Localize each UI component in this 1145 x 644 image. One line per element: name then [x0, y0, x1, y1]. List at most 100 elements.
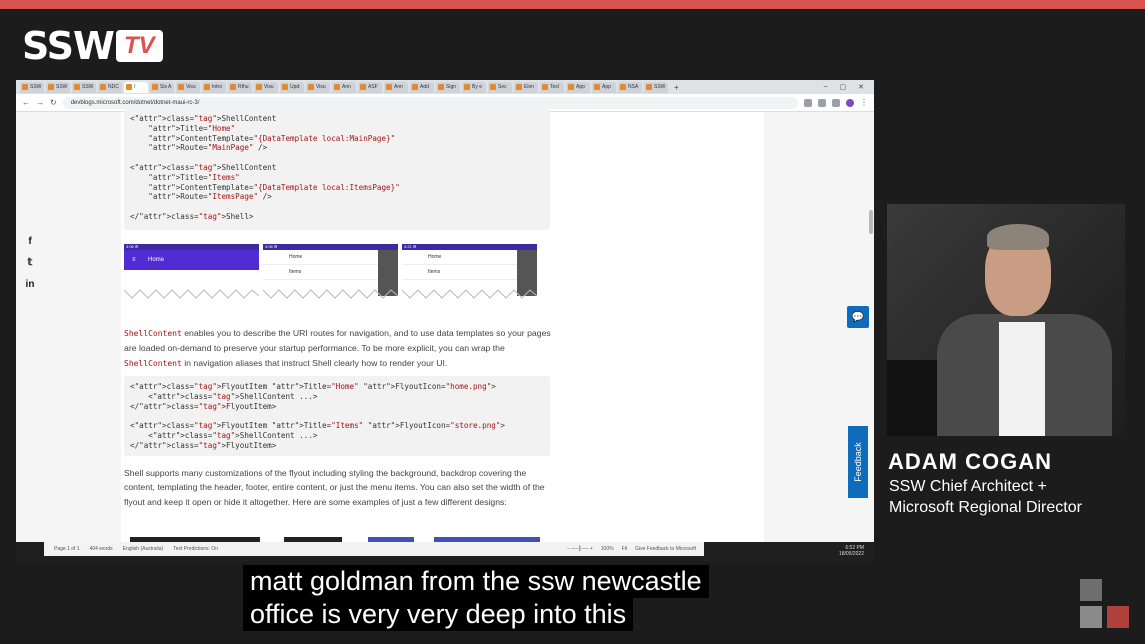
browser-tab[interactable]: SSW: [72, 81, 96, 93]
browser-tab[interactable]: Visu: [254, 81, 278, 93]
caption-line-2: office is very very deep into this: [243, 598, 634, 631]
code-line: "attr">Title="Items": [148, 172, 240, 182]
hamburger-icon: ≡: [132, 257, 136, 263]
favicon-icon: [334, 84, 340, 90]
facebook-share-icon[interactable]: f: [24, 236, 36, 247]
browser-tab[interactable]: SSW: [20, 81, 44, 93]
extension-icon[interactable]: [818, 98, 826, 107]
browser-tab[interactable]: Intro: [202, 81, 226, 93]
phone-screenshot: 3:21 ⚙ Home Items: [402, 244, 537, 302]
browser-tab[interactable]: By e: [462, 81, 486, 93]
browser-tab[interactable]: ASF: [358, 81, 382, 93]
browser-tab[interactable]: SSW: [46, 81, 70, 93]
menu-kebab-icon[interactable]: ⋮: [860, 98, 868, 107]
feedback-tab[interactable]: Feedback: [848, 426, 868, 498]
favicon-icon: [282, 84, 288, 90]
browser-tab[interactable]: Add: [410, 81, 434, 93]
paragraph-flyout-customization: Shell supports many customizations of th…: [124, 468, 545, 507]
scrollbar-thumb[interactable]: [869, 210, 873, 234]
close-icon[interactable]: ✕: [858, 83, 864, 91]
phone-screenshot: 3:06 ⚙ ≡ Home: [124, 244, 259, 302]
logo-tv-badge: TV: [115, 30, 163, 62]
window-controls: – ▢ ✕: [824, 83, 874, 91]
code-block-flyout-item: <"attr">class="tag">FlyoutItem "attr">Ti…: [124, 376, 550, 456]
minimize-icon[interactable]: –: [824, 83, 828, 91]
favicon-icon: [256, 84, 262, 90]
code-line: <"attr">class="tag">ShellContent: [130, 162, 277, 172]
maximize-icon[interactable]: ▢: [840, 83, 847, 91]
code-line: "attr">ContentTemplate="{DataTemplate lo…: [148, 182, 400, 192]
browser-tab[interactable]: Sec: [488, 81, 512, 93]
code-line: </"attr">class="tag">FlyoutItem>: [130, 440, 277, 450]
favicon-icon: [412, 84, 418, 90]
system-clock: 6:52 PM 18/05/2022: [838, 545, 864, 557]
browser-tab[interactable]: Ann: [332, 81, 356, 93]
favicon-icon: [178, 84, 184, 90]
browser-tab[interactable]: Ann: [384, 81, 408, 93]
extension-icon[interactable]: [804, 98, 812, 107]
browser-tab[interactable]: Rthu: [228, 81, 252, 93]
code-line: <"attr">class="tag">FlyoutItem "attr">Ti…: [130, 382, 496, 391]
browser-tab[interactable]: NDC: [98, 81, 122, 93]
browser-tab[interactable]: Upd:: [280, 81, 304, 93]
favicon-icon: [360, 84, 366, 90]
code-line: "attr">Route="ItemsPage" />: [148, 192, 272, 202]
page-viewport: f 𝕥 in <"attr">class="tag">ShellContent …: [16, 108, 874, 543]
url-field[interactable]: devblogs.microsoft.com/dotnet/dotnet-mau…: [62, 96, 798, 109]
torn-edge: [263, 289, 398, 299]
favicon-icon: [464, 84, 470, 90]
browser-tab[interactable]: Sign: [436, 81, 460, 93]
phone-screenshot: 3:06 ⚙ Home Items: [263, 244, 398, 302]
favicon-icon: [438, 84, 444, 90]
browser-tab[interactable]: Tesl: [540, 81, 564, 93]
favicon-icon: [308, 84, 314, 90]
chat-icon[interactable]: 💬: [847, 306, 869, 328]
word-status-bar: Page 1 of 1 404 words English (Australia…: [44, 542, 704, 556]
ssw-tv-logo: SSW TV: [22, 26, 163, 66]
code-block-shell-content: <"attr">class="tag">ShellContent "attr">…: [124, 108, 550, 230]
browser-tab[interactable]: Sis A: [150, 81, 174, 93]
browser-tab[interactable]: Elon: [514, 81, 538, 93]
code-line: <"attr">class="tag">ShellContent ...>: [130, 430, 318, 440]
favicon-icon: [126, 84, 132, 90]
corner-square: [1107, 606, 1129, 628]
browser-tab[interactable]: Visu: [176, 81, 200, 93]
favicon-icon: [152, 84, 158, 90]
extension-icon[interactable]: [832, 98, 840, 107]
extension-icon[interactable]: [846, 98, 854, 107]
browser-tab[interactable]: /: [124, 81, 148, 93]
code-line: "attr">Route="MainPage" />: [148, 143, 268, 153]
logo-main-text: SSW: [22, 24, 115, 68]
favicon-icon: [100, 84, 106, 90]
linkedin-share-icon[interactable]: in: [24, 279, 36, 290]
code-line: <"attr">class="tag">ShellContent ...>: [130, 391, 318, 401]
twitter-share-icon[interactable]: 𝕥: [24, 257, 36, 268]
corner-square: [1080, 606, 1102, 628]
favicon-icon: [516, 84, 522, 90]
zoom-slider[interactable]: − ──┃── +: [567, 546, 593, 552]
reload-icon[interactable]: ↻: [50, 98, 57, 107]
favicon-icon: [620, 84, 626, 90]
favicon-icon: [386, 84, 392, 90]
corner-square: [1080, 579, 1102, 601]
favicon-icon: [48, 84, 54, 90]
browser-tab[interactable]: App: [566, 81, 590, 93]
browser-tab[interactable]: SSW: [644, 81, 668, 93]
browser-tab[interactable]: NSA: [618, 81, 642, 93]
favicon-icon: [542, 84, 548, 90]
caption-line-1: matt goldman from the ssw newcastle: [243, 565, 709, 598]
back-icon[interactable]: ←: [22, 98, 30, 107]
browser-window: SSW SSW SSW NDC / Sis A Visu Intro Rthu Visu Upd: V…: [16, 80, 874, 562]
code-line: </"attr">class="tag">FlyoutItem>: [130, 401, 277, 411]
favicon-icon: [22, 84, 28, 90]
favicon-icon: [204, 84, 210, 90]
browser-tab[interactable]: Visu: [306, 81, 330, 93]
browser-tab[interactable]: App: [592, 81, 616, 93]
code-line: "attr">ContentTemplate="{DataTemplate lo…: [148, 133, 396, 143]
presenter-name: ADAM COGAN: [888, 449, 1052, 474]
new-tab-button[interactable]: +: [670, 83, 683, 92]
taskbar: Page 1 of 1 404 words English (Australia…: [16, 542, 874, 562]
forward-icon[interactable]: →: [36, 98, 44, 107]
